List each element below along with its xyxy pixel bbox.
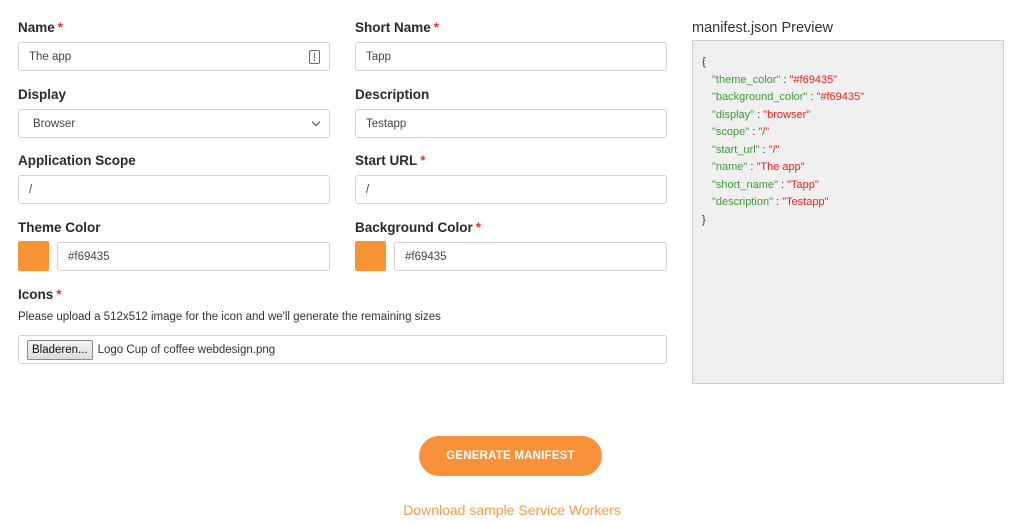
scope-label: Application Scope [18, 153, 136, 168]
json-separator: : [773, 196, 783, 208]
json-key: "background_color" [712, 91, 808, 103]
json-separator: : [747, 161, 757, 173]
scope-value: / [29, 183, 33, 196]
generate-manifest-button[interactable]: GENERATE MANIFEST [419, 436, 602, 476]
background-color-value: #f69435 [405, 250, 447, 263]
json-value: "browser" [763, 108, 811, 121]
chevron-down-icon [311, 117, 321, 127]
download-service-workers-link[interactable]: Download sample Service Workers [0, 502, 1024, 518]
required-marker: * [420, 153, 426, 168]
json-key: "description" [712, 196, 774, 208]
required-marker: * [56, 287, 62, 302]
json-entry: "background_color" : "#f69435" [702, 89, 1003, 107]
icon-file-input[interactable]: Bladeren... Logo Cup of coffee webdesign… [18, 335, 667, 364]
json-key: "short_name" [712, 178, 778, 191]
json-key: "name" [712, 161, 748, 173]
name-label: Name * [18, 20, 63, 35]
json-entry: "start_url" : "/" [702, 142, 1003, 160]
start-url-input[interactable]: / [355, 175, 667, 204]
short-name-label-text: Short Name [355, 20, 431, 35]
json-key: "start_url" [712, 143, 760, 156]
json-entry: "scope" : "/" [702, 124, 1003, 142]
json-separator: : [749, 126, 759, 138]
description-input[interactable]: Testapp [355, 109, 667, 138]
json-entry: "description" : "Testapp" [702, 194, 1003, 212]
background-color-label-text: Background Color [355, 220, 473, 235]
selected-file-name: Logo Cup of coffee webdesign.png [97, 343, 276, 356]
required-marker: * [433, 20, 440, 35]
display-select[interactable]: Browser [18, 109, 330, 138]
short-name-value: Tapp [366, 50, 391, 63]
json-open-brace: { [702, 56, 706, 68]
json-key: "display" [712, 108, 755, 121]
json-separator: : [777, 178, 788, 191]
short-name-label: Short Name * [355, 20, 439, 35]
theme-color-label: Theme Color [18, 220, 101, 235]
json-close-brace: } [702, 213, 706, 226]
browse-button[interactable]: Bladeren... [27, 339, 93, 360]
theme-color-label-text: Theme Color [18, 220, 101, 235]
json-value: "/" [768, 143, 780, 156]
description-value: Testapp [366, 117, 407, 130]
icons-label: Icons * [18, 287, 62, 302]
short-name-input[interactable]: Tapp [355, 42, 667, 71]
background-color-input[interactable]: #f69435 [394, 242, 667, 271]
icons-label-text: Icons [18, 287, 54, 302]
json-key: "theme_color" [712, 73, 781, 86]
display-value: Browser [33, 117, 76, 130]
json-entry: "short_name" : "Tapp" [702, 177, 1003, 195]
icons-help-text: Please upload a 512x512 image for the ic… [18, 311, 441, 323]
json-value: "/" [758, 126, 770, 138]
json-entry: "theme_color" : "#f69435" [702, 72, 1003, 90]
name-input[interactable]: The app [18, 42, 330, 71]
theme-color-swatch[interactable] [18, 241, 49, 271]
json-entry: "name" : "The app" [702, 159, 1003, 177]
json-value: "Testapp" [782, 196, 829, 208]
json-value: "Tapp" [787, 178, 819, 191]
contact-card-icon[interactable] [309, 50, 320, 64]
description-label: Description [355, 87, 429, 102]
json-separator: : [754, 108, 764, 121]
json-key: "scope" [712, 126, 750, 138]
required-marker: * [57, 20, 64, 35]
scope-input[interactable]: / [18, 175, 330, 204]
start-url-value: / [366, 183, 370, 196]
preview-title: manifest.json Preview [692, 20, 834, 36]
json-separator: : [780, 73, 790, 86]
start-url-label-text: Start URL [355, 153, 418, 168]
scope-label-text: Application Scope [18, 153, 136, 168]
display-label: Display [18, 87, 66, 102]
description-label-text: Description [355, 87, 430, 102]
json-value: "#f69435" [816, 91, 865, 103]
json-value: "#f69435" [789, 73, 838, 86]
manifest-preview: { "theme_color" : "#f69435" "background_c… [692, 40, 1004, 384]
theme-color-input[interactable]: #f69435 [57, 242, 330, 271]
theme-color-value: #f69435 [68, 250, 110, 263]
name-label-text: Name [18, 20, 55, 35]
json-entry: "display" : "browser" [702, 107, 1003, 125]
background-color-swatch[interactable] [355, 241, 386, 271]
start-url-label: Start URL * [355, 153, 426, 168]
json-value: "The app" [756, 161, 805, 173]
display-label-text: Display [18, 87, 67, 102]
name-value: The app [29, 50, 72, 63]
json-separator: : [759, 143, 769, 156]
required-marker: * [475, 220, 482, 235]
background-color-label: Background Color * [355, 220, 481, 235]
